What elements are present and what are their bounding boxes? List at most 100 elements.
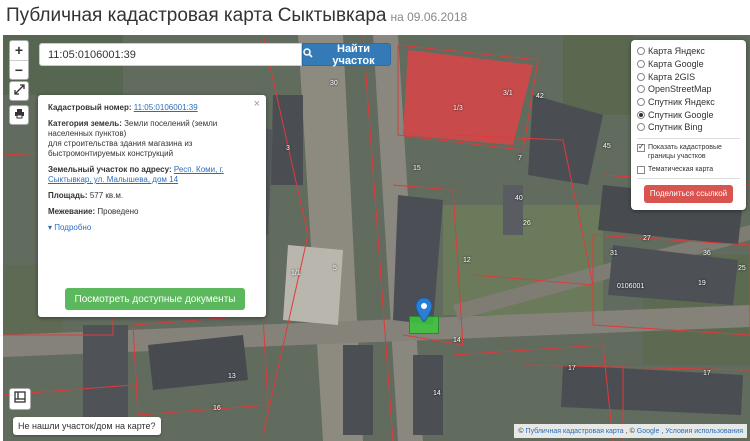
cad-number-row: Кадастровый номер: 11:05:0106001:39 [48,103,256,113]
map-label: 5 [333,265,337,272]
view-documents-button[interactable]: Посмотреть доступные документы [65,288,245,310]
survey-row: Межевание: Проведено [48,207,256,217]
map-label: 14 [433,390,441,397]
area-value: 577 кв.м. [89,191,124,200]
layer-option[interactable]: Карта Яндекс [637,45,740,58]
divider [637,177,740,179]
not-found-link[interactable]: Не нашли участок/дом на карте? [13,417,161,435]
thematic-label: Тематическая карта [648,165,714,173]
details-toggle[interactable]: ▾ Подробно [48,223,91,232]
details-label: Подробно [54,223,92,232]
checkbox[interactable] [637,165,645,174]
map-label: 31 [610,250,618,257]
page-header: Публичная кадастровая карта Сыктывкара на… [0,0,750,35]
layer-option[interactable]: Карта 2GIS [637,70,740,83]
date-label: на 09.06.2018 [390,10,468,24]
attribution: © Публичная кадастровая карта , © Google… [514,424,747,438]
map-label: 42 [536,93,544,100]
map-label: 3 [286,145,290,152]
layer-toggle-button[interactable] [9,388,31,410]
layer-label: Спутник Google [648,109,714,120]
layer-option[interactable]: Спутник Bing [637,121,740,134]
map-label: 1/1 [291,270,301,277]
cad-number-label: Кадастровый номер: [48,103,132,112]
map-label: 26 [523,220,531,227]
share-link-button[interactable]: Поделиться ссылкой [644,184,733,203]
copyright-icon: © [518,427,524,435]
map-label: 0106001 [617,283,645,290]
cad-number-link[interactable]: 11:05:0106001:39 [134,103,198,112]
category-desc: для строительства здания магазина из быс… [48,139,193,158]
close-icon[interactable]: × [254,98,260,110]
map-label: 12 [463,257,471,264]
cadastral-search-input[interactable] [39,43,302,66]
map-label: 40 [515,195,523,202]
survey-value: Проведено [97,207,139,216]
layer-option[interactable]: Карта Google [637,58,740,71]
find-parcel-label: Найти участок [332,42,375,67]
radio-button[interactable] [637,85,645,94]
print-icon [14,106,25,124]
map-label: 14 [453,337,461,344]
layer-option[interactable]: Спутник Яндекс [637,96,740,109]
find-parcel-button[interactable]: Найти участок [302,42,391,67]
radio-button[interactable] [637,98,645,107]
attribution-link[interactable]: Публичная кадастровая карта [526,428,624,435]
address-row: Земельный участок по адресу: Респ. Коми,… [48,165,256,185]
map-label: 17 [703,370,711,377]
map-label: 16 [213,405,221,412]
caret-down-icon: ▾ [48,223,53,232]
search-bar: Найти участок [39,42,391,67]
map-label: 1/3 [453,105,463,112]
radio-button-selected[interactable] [637,110,645,119]
parcel-info-popup: × Кадастровый номер: 11:05:0106001:39 Ка… [38,95,266,317]
layer-label: OpenStreetMap [648,84,712,95]
title-text: Публичная кадастровая карта Сыктывкара [6,5,387,26]
map-view[interactable]: 1/3 3/1 30 42 15 3 4 5 1/1 7 12 13 14 16… [3,35,750,441]
layer-label: Карта Google [648,59,704,70]
print-button[interactable] [9,105,29,125]
layer-option[interactable]: Спутник Google [637,108,740,121]
zoom-out-button[interactable]: − [10,60,28,79]
show-borders-checkbox[interactable]: Показать кадастровые границы участков [637,142,740,161]
checkbox-checked[interactable] [637,142,645,152]
thematic-map-checkbox[interactable]: Тематическая карта [637,165,740,174]
map-label: 27 [643,235,651,242]
map-label: 15 [413,165,421,172]
show-borders-label: Показать кадастровые границы участков [648,143,722,160]
map-label: 17 [568,365,576,372]
map-label: 36 [703,250,711,257]
radio-button[interactable] [637,72,645,81]
area-label: Площадь: [48,191,88,200]
expand-icon [13,82,25,100]
layer-toggle-icon [14,390,26,408]
search-icon [303,48,313,61]
category-row: Категория земель: Земли поселений (земли… [48,119,256,159]
radio-button[interactable] [637,123,645,132]
divider [637,137,740,139]
category-label: Категория земель: [48,119,122,128]
map-label: 3/1 [503,90,513,97]
map-label: 25 [738,265,746,272]
layer-label: Карта 2GIS [648,71,696,82]
map-label: 19 [698,280,706,287]
page-title: Публичная кадастровая карта Сыктывкара на… [6,5,467,27]
radio-button[interactable] [637,60,645,69]
fullscreen-button[interactable] [9,81,29,101]
layer-label: Спутник Яндекс [648,97,715,108]
google-link[interactable]: Google [637,428,660,435]
radio-button[interactable] [637,47,645,56]
zoom-control: + − [9,40,29,80]
survey-label: Межевание: [48,207,96,216]
layer-label: Карта Яндекс [648,46,705,57]
map-label: 7 [518,155,522,162]
attribution-sep: , © [625,427,635,435]
zoom-in-button[interactable]: + [10,41,28,60]
map-marker-icon[interactable] [415,297,433,327]
map-label: 45 [603,143,611,150]
layer-option[interactable]: OpenStreetMap [637,83,740,96]
layer-label: Спутник Bing [648,122,703,133]
terms-link[interactable]: Условия использования [665,428,743,435]
map-label: 13 [228,373,236,380]
map-label: 30 [330,80,338,87]
